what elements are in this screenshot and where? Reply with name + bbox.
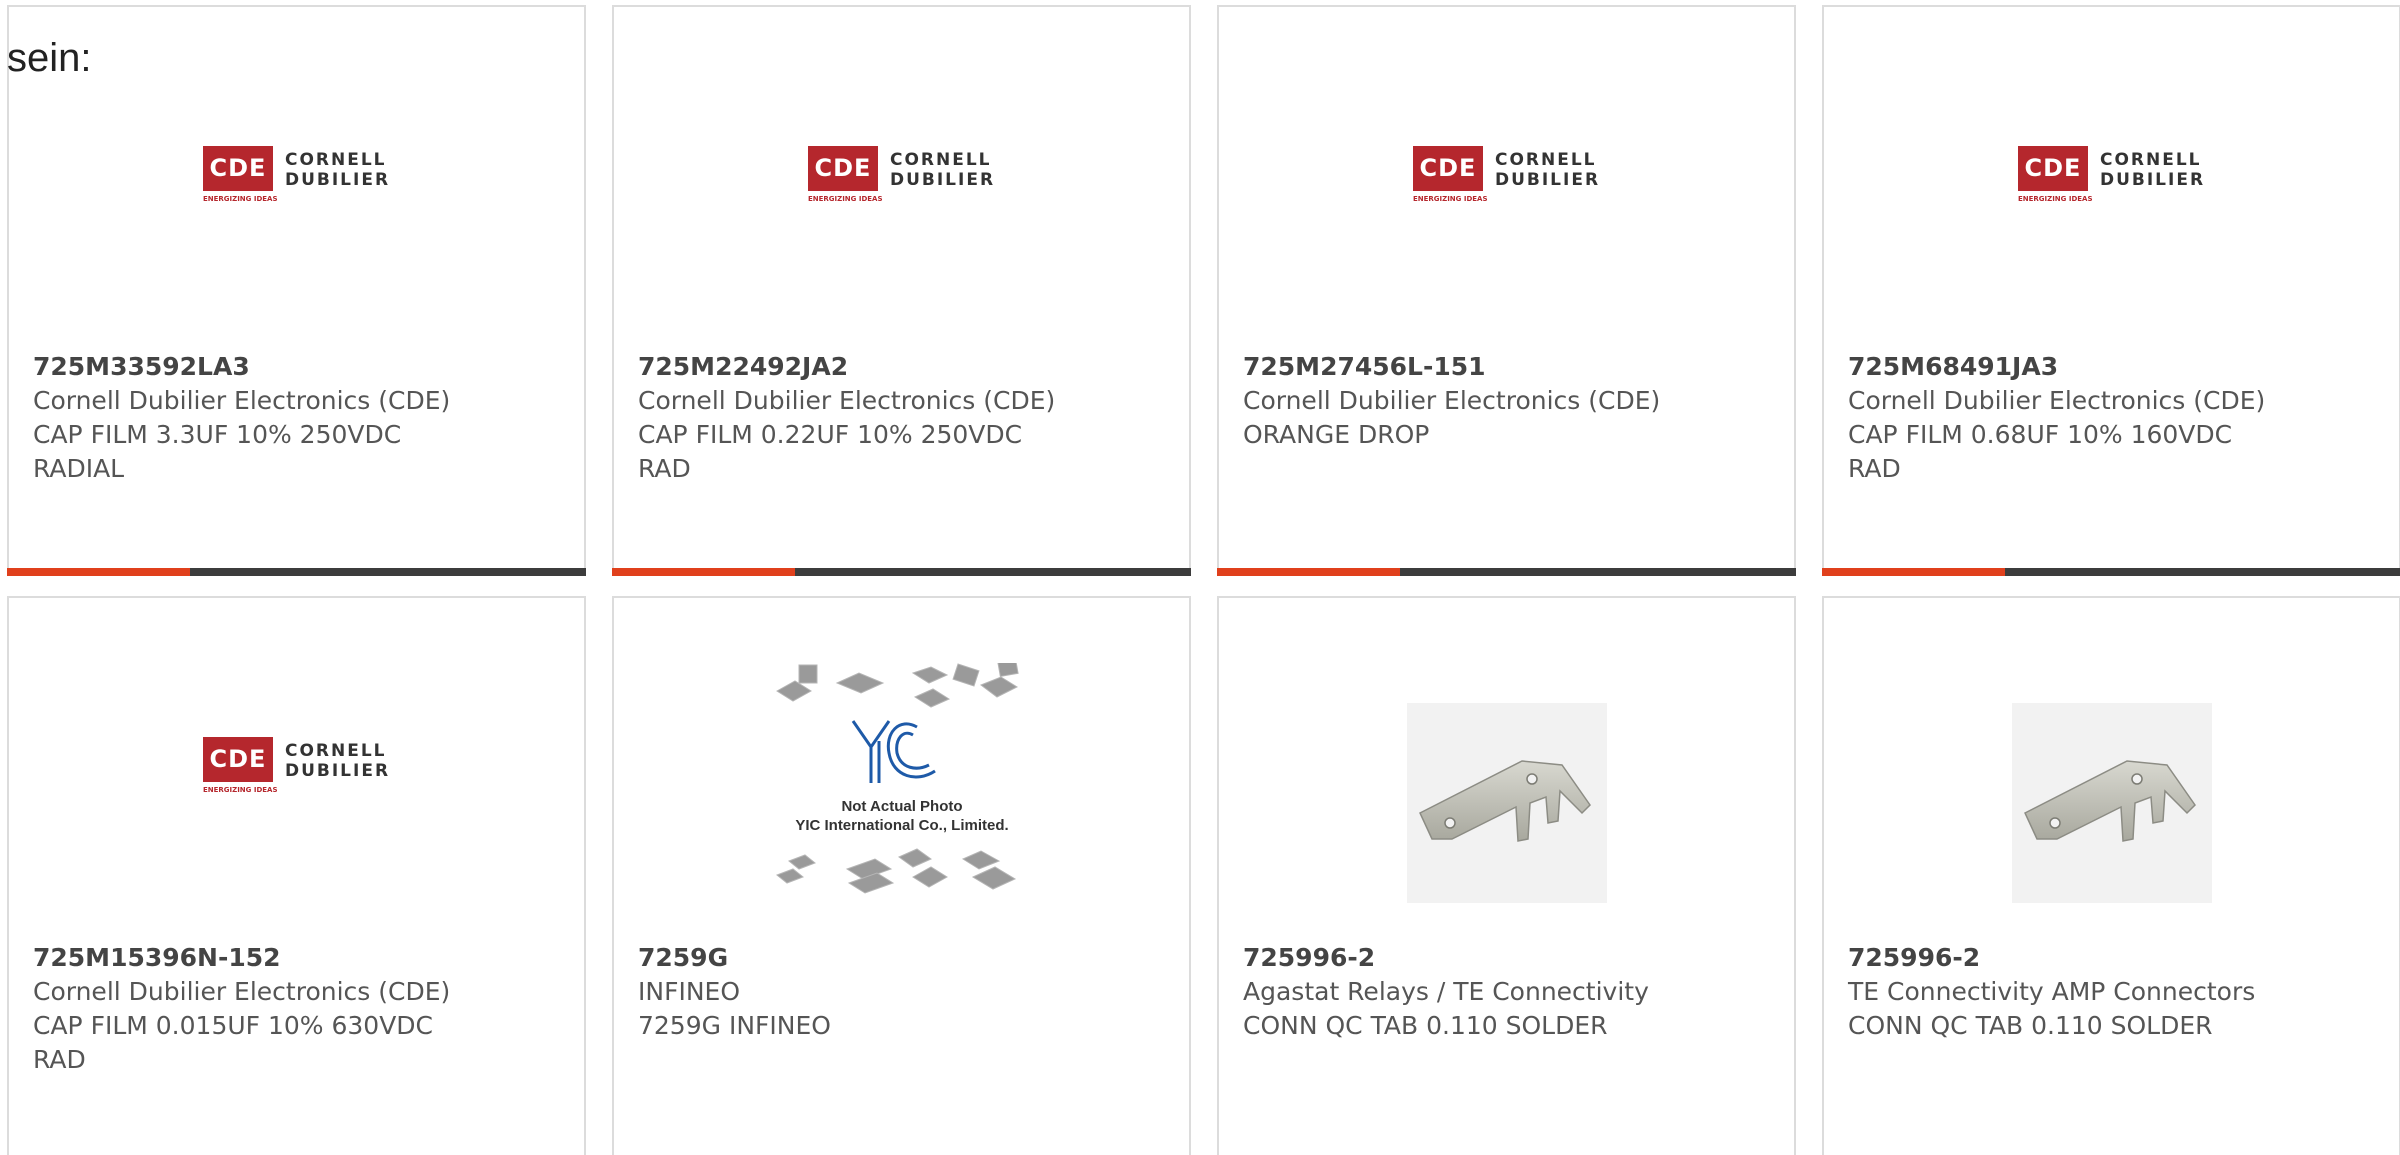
cde-logo-tagline: ENERGIZING IDEAS — [202, 194, 278, 203]
product-part-number[interactable]: 725996-2 — [1243, 941, 1774, 975]
card-status-bar-accent — [612, 568, 795, 576]
product-image[interactable]: Not Actual Photo YIC International Co., … — [614, 598, 1189, 928]
cde-logo-mark: CDE ENERGIZING IDEAS — [202, 736, 278, 794]
product-description: CAP FILM 0.015UF 10% 630VDC RAD — [33, 1011, 434, 1074]
cde-logo-mark: CDE ENERGIZING IDEAS — [1412, 145, 1488, 203]
product-part-number[interactable]: 725M33592LA3 — [33, 350, 564, 384]
yic-caption-line2: YIC International Co., Limited. — [795, 817, 1008, 834]
product-image[interactable]: CDE ENERGIZING IDEAS CORNELL DUBILIER — [1219, 7, 1794, 337]
header-fragment: sein: — [7, 36, 92, 80]
product-description: ORANGE DROP — [1243, 420, 1430, 449]
card-status-bar — [1217, 568, 1796, 576]
product-part-number[interactable]: 725M68491JA3 — [1848, 350, 2379, 384]
cde-logo-line1: CORNELL — [2099, 149, 2202, 170]
cde-logo-line1: CORNELL — [284, 149, 387, 170]
cde-logo-mark-text: CDE — [209, 745, 267, 773]
product-card[interactable]: Not Actual Photo YIC International Co., … — [612, 596, 1191, 1155]
cde-logo: CDE ENERGIZING IDEAS CORNELL DUBILIER — [2017, 145, 2206, 203]
cde-logo-mark: CDE ENERGIZING IDEAS — [807, 145, 883, 203]
card-status-bar — [7, 568, 586, 576]
product-part-number[interactable]: 7259G — [638, 941, 1169, 975]
cde-logo-mark-text: CDE — [1419, 154, 1477, 182]
qc-tab-terminal-icon — [2023, 760, 2196, 842]
product-manufacturer: TE Connectivity AMP Connectors — [1848, 977, 2256, 1006]
not-actual-photo-image: Not Actual Photo YIC International Co., … — [775, 663, 1019, 894]
product-manufacturer: Cornell Dubilier Electronics (CDE) — [1848, 386, 2266, 415]
product-image[interactable]: CDE ENERGIZING IDEAS CORNELL DUBILIER — [1824, 7, 2399, 337]
cde-logo: CDE ENERGIZING IDEAS CORNELL DUBILIER — [202, 145, 391, 203]
product-image[interactable] — [1824, 598, 2399, 928]
product-manufacturer: Cornell Dubilier Electronics (CDE) — [1243, 386, 1661, 415]
card-status-bar-accent — [1217, 568, 1400, 576]
cde-logo-line1: CORNELL — [889, 149, 992, 170]
product-grid: CDE ENERGIZING IDEAS CORNELL DUBILIER 72… — [7, 5, 2400, 1155]
product-part-number[interactable]: 725996-2 — [1848, 941, 2379, 975]
product-description: CAP FILM 3.3UF 10% 250VDC RADIAL — [33, 420, 402, 483]
product-manufacturer: INFINEO — [638, 977, 741, 1006]
product-description: 7259G INFINEO — [638, 1011, 831, 1040]
qc-tab-terminal-image — [2011, 703, 2212, 903]
product-card[interactable]: 725996-2 TE Connectivity AMP Connectors … — [1822, 596, 2400, 1155]
product-manufacturer: Agastat Relays / TE Connectivity — [1243, 977, 1649, 1006]
yic-caption-line1: Not Actual Photo — [841, 798, 962, 815]
product-card[interactable]: CDE ENERGIZING IDEAS CORNELL DUBILIER 72… — [7, 5, 586, 576]
product-part-number[interactable]: 725M15396N-152 — [33, 941, 564, 975]
product-image[interactable]: CDE ENERGIZING IDEAS CORNELL DUBILIER — [614, 7, 1189, 337]
product-grid-page: sein: CDE ENERGIZING IDEAS CORNELL DUBIL… — [0, 0, 2400, 1155]
cde-logo-mark-text: CDE — [814, 154, 872, 182]
cde-logo: CDE ENERGIZING IDEAS CORNELL DUBILIER — [807, 145, 996, 203]
product-card[interactable]: CDE ENERGIZING IDEAS CORNELL DUBILIER 72… — [612, 5, 1191, 576]
cde-logo: CDE ENERGIZING IDEAS CORNELL DUBILIER — [1412, 145, 1601, 203]
cde-logo-line1: CORNELL — [1494, 149, 1597, 170]
product-description: CAP FILM 0.22UF 10% 250VDC RAD — [638, 420, 1023, 483]
qc-tab-terminal-icon — [1418, 760, 1591, 842]
product-description: CONN QC TAB 0.110 SOLDER — [1243, 1011, 1608, 1040]
cde-logo-tagline: ENERGIZING IDEAS — [202, 785, 278, 794]
cde-logo-tagline: ENERGIZING IDEAS — [807, 194, 883, 203]
cde-logo-line2: DUBILIER — [889, 169, 996, 190]
product-manufacturer: Cornell Dubilier Electronics (CDE) — [33, 977, 451, 1006]
qc-tab-terminal-image — [1406, 703, 1607, 903]
cde-logo-mark-text: CDE — [209, 154, 267, 182]
cde-logo-line2: DUBILIER — [2099, 169, 2206, 190]
product-image[interactable] — [1219, 598, 1794, 928]
card-status-bar-accent — [1822, 568, 2005, 576]
cde-logo: CDE ENERGIZING IDEAS CORNELL DUBILIER — [202, 736, 391, 794]
product-manufacturer: Cornell Dubilier Electronics (CDE) — [638, 386, 1056, 415]
cde-logo-mark: CDE ENERGIZING IDEAS — [2017, 145, 2093, 203]
product-card[interactable]: CDE ENERGIZING IDEAS CORNELL DUBILIER 72… — [1822, 5, 2400, 576]
product-manufacturer: Cornell Dubilier Electronics (CDE) — [33, 386, 451, 415]
product-card[interactable]: CDE ENERGIZING IDEAS CORNELL DUBILIER 72… — [1217, 5, 1796, 576]
cde-logo-mark: CDE ENERGIZING IDEAS — [202, 145, 278, 203]
cde-logo-line1: CORNELL — [284, 740, 387, 761]
cde-logo-line2: DUBILIER — [1494, 169, 1601, 190]
cde-logo-tagline: ENERGIZING IDEAS — [2017, 194, 2093, 203]
cde-logo-mark-text: CDE — [2024, 154, 2082, 182]
product-description: CONN QC TAB 0.110 SOLDER — [1848, 1011, 2213, 1040]
product-description: CAP FILM 0.68UF 10% 160VDC RAD — [1848, 420, 2233, 483]
cde-logo-line2: DUBILIER — [284, 169, 391, 190]
cde-logo-line2: DUBILIER — [284, 760, 391, 781]
product-image[interactable]: CDE ENERGIZING IDEAS CORNELL DUBILIER — [9, 598, 584, 928]
product-card[interactable]: 725996-2 Agastat Relays / TE Connectivit… — [1217, 596, 1796, 1155]
product-card[interactable]: CDE ENERGIZING IDEAS CORNELL DUBILIER 72… — [7, 596, 586, 1155]
product-part-number[interactable]: 725M27456L-151 — [1243, 350, 1774, 384]
product-image[interactable]: CDE ENERGIZING IDEAS CORNELL DUBILIER — [9, 7, 584, 337]
card-status-bar — [1822, 568, 2400, 576]
card-status-bar — [612, 568, 1191, 576]
product-part-number[interactable]: 725M22492JA2 — [638, 350, 1169, 384]
cde-logo-tagline: ENERGIZING IDEAS — [1412, 194, 1488, 203]
card-status-bar-accent — [7, 568, 190, 576]
